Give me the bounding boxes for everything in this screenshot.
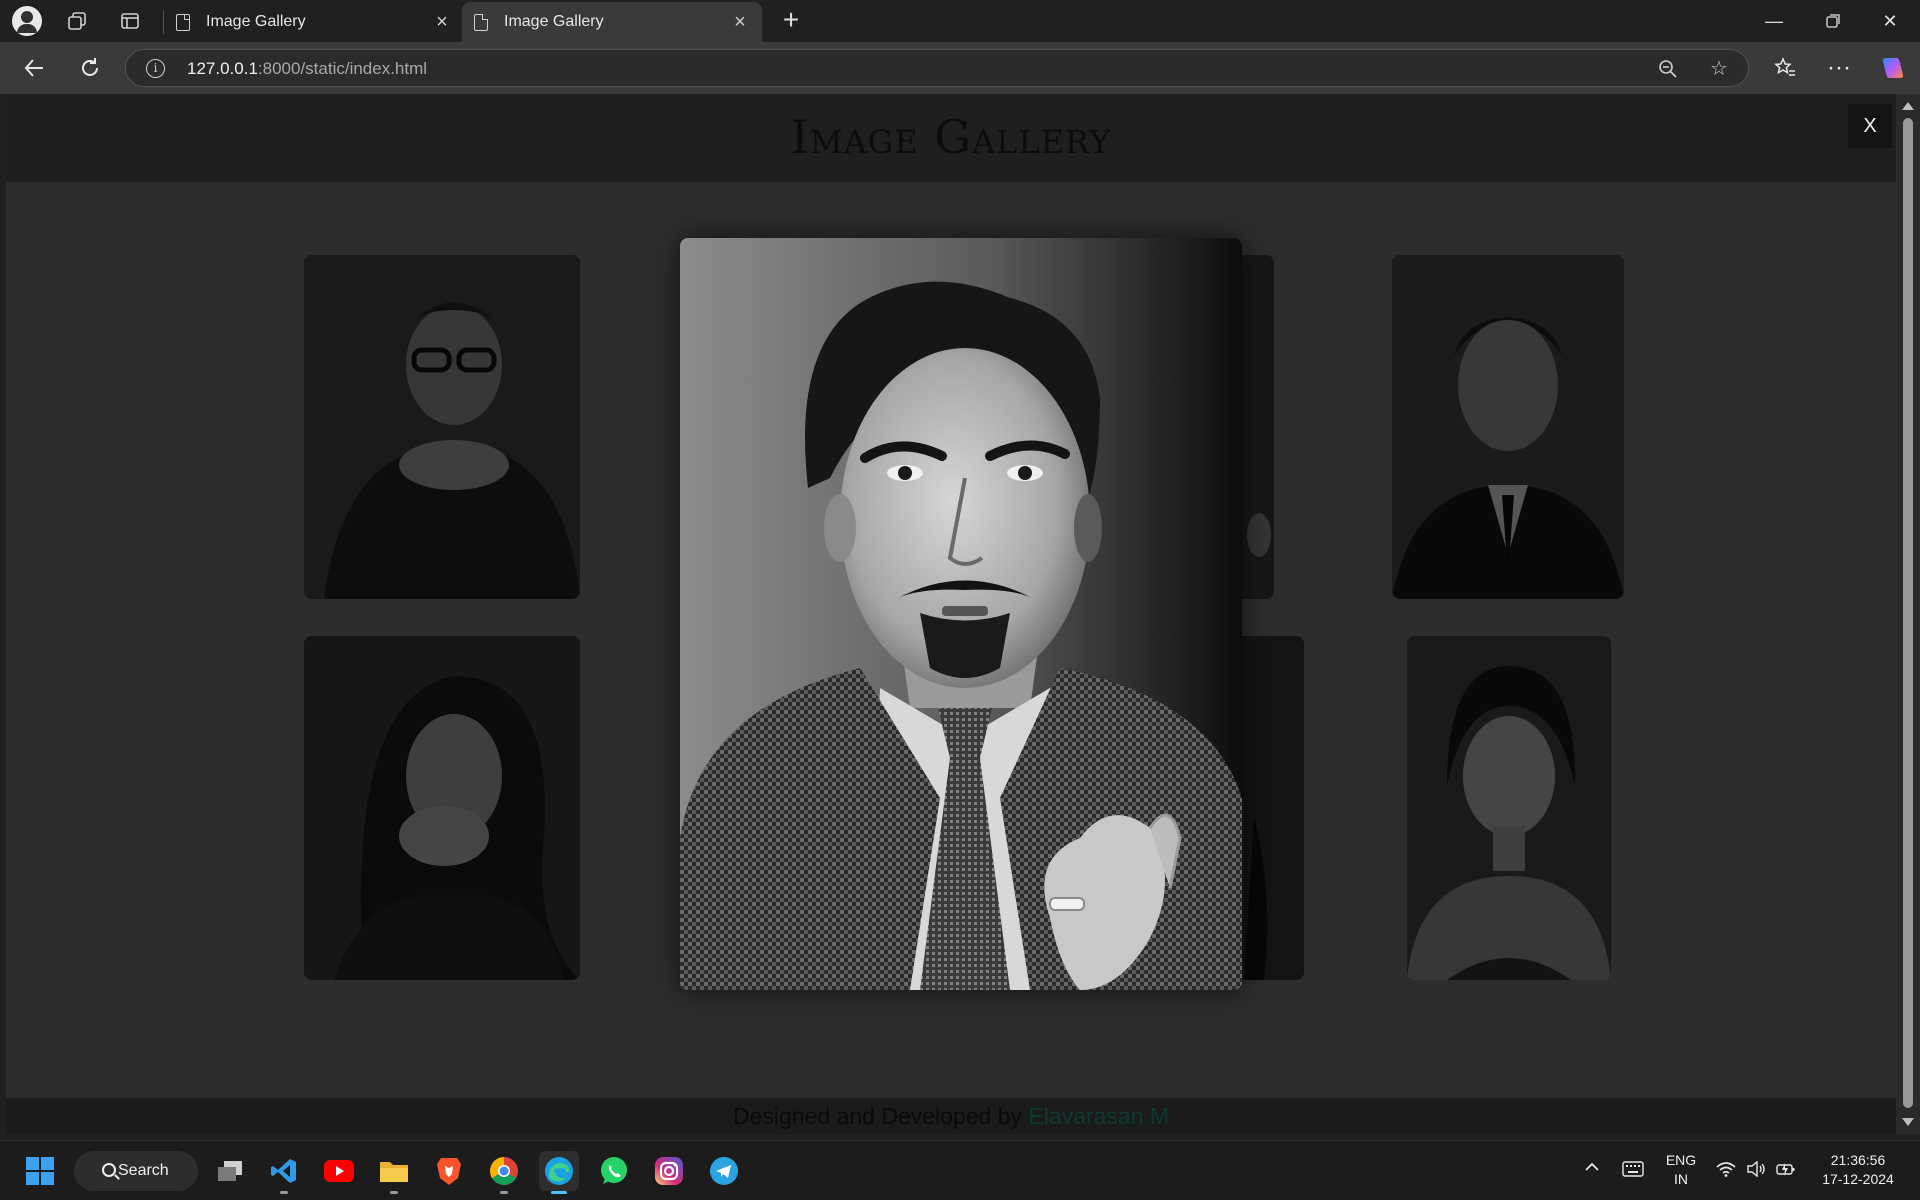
search-icon	[102, 1163, 116, 1177]
gallery-image-1[interactable]	[304, 255, 580, 599]
tab-image-gallery-2[interactable]: Image Gallery ×	[462, 2, 762, 42]
windows-start-icon[interactable]	[20, 1151, 60, 1191]
running-indicator	[280, 1191, 288, 1194]
gallery-image-6[interactable]	[1407, 636, 1611, 980]
volume-icon[interactable]	[1746, 1160, 1766, 1182]
footer-credit-text: Designed and Developed by	[733, 1103, 1029, 1129]
back-arrow-icon[interactable]	[17, 51, 51, 85]
running-indicator	[500, 1191, 508, 1194]
instagram-app-icon[interactable]	[649, 1151, 689, 1191]
clock-date: 17-12-2024	[1822, 1171, 1894, 1187]
footer-author-link[interactable]: Elavarasan M	[1028, 1103, 1169, 1129]
clock[interactable]: 21:36:56 17-12-2024	[1808, 1151, 1908, 1189]
address-toolbar: i 127.0.0.1:8000/static/index.html ☆ ···	[0, 42, 1920, 94]
zoom-out-icon[interactable]	[1653, 54, 1683, 84]
task-view-icon[interactable]	[210, 1151, 250, 1191]
region-code: IN	[1674, 1171, 1688, 1187]
file-explorer-icon[interactable]	[374, 1151, 414, 1194]
page-scrollbar[interactable]	[1896, 94, 1920, 1134]
tab-close-icon[interactable]: ×	[432, 11, 452, 34]
vscode-app-icon[interactable]	[264, 1151, 304, 1194]
wifi-icon[interactable]	[1716, 1161, 1736, 1182]
chrome-browser-icon[interactable]	[484, 1151, 524, 1194]
youtube-app-icon[interactable]	[319, 1151, 359, 1191]
gallery-image-4[interactable]	[304, 636, 580, 980]
close-window-button[interactable]: ✕	[1870, 6, 1910, 36]
close-lightbox-button[interactable]: X	[1848, 104, 1892, 148]
page-viewport: Image Gallery X Designed and Developed b…	[6, 94, 1896, 1134]
favorite-star-icon[interactable]: ☆	[1704, 54, 1734, 84]
running-indicator	[551, 1191, 567, 1194]
url-path: :8000/static/index.html	[257, 59, 428, 78]
scroll-thumb[interactable]	[1903, 118, 1913, 1108]
page-footer: Designed and Developed by Elavarasan M	[6, 1098, 1896, 1134]
vertical-tabs-icon[interactable]	[116, 7, 144, 35]
tray-overflow-chevron-icon[interactable]	[1584, 1159, 1600, 1180]
page-header: Image Gallery X	[6, 94, 1896, 182]
windows-taskbar: Search ENG IN 21:36:56 17-12-2024	[0, 1140, 1920, 1200]
language-code: ENG	[1665, 1152, 1697, 1168]
tab-title: Image Gallery	[504, 13, 604, 30]
profile-avatar-icon[interactable]	[12, 6, 42, 36]
site-info-icon[interactable]: i	[146, 59, 165, 78]
url-text[interactable]: 127.0.0.1:8000/static/index.html	[187, 59, 427, 79]
minimize-button[interactable]: —	[1754, 6, 1794, 36]
battery-icon[interactable]	[1776, 1161, 1796, 1182]
featured-lightbox-image[interactable]	[680, 238, 1242, 990]
url-host: 127.0.0.1	[187, 59, 258, 78]
workspaces-icon[interactable]	[63, 7, 91, 35]
refresh-icon[interactable]	[73, 51, 107, 85]
keyboard-icon[interactable]	[1622, 1161, 1644, 1182]
new-tab-button[interactable]: +	[776, 6, 806, 36]
edge-browser-icon[interactable]	[539, 1151, 579, 1194]
more-menu-icon[interactable]: ···	[1822, 51, 1856, 85]
favorites-icon[interactable]	[1768, 51, 1802, 85]
tab-image-gallery-1[interactable]: Image Gallery ×	[164, 2, 464, 42]
browser-tab-bar: Image Gallery × Image Gallery × + — ✕	[0, 0, 1920, 42]
running-indicator	[390, 1191, 398, 1194]
restore-button[interactable]	[1813, 6, 1853, 36]
page-file-icon	[474, 13, 488, 31]
taskbar-search[interactable]: Search	[74, 1151, 198, 1191]
clock-time: 21:36:56	[1830, 1152, 1886, 1168]
brave-browser-icon[interactable]	[429, 1151, 469, 1191]
search-label: Search	[118, 1162, 169, 1179]
copilot-icon[interactable]	[1876, 51, 1910, 85]
page-title: Image Gallery	[790, 110, 1112, 164]
address-bar[interactable]: i 127.0.0.1:8000/static/index.html ☆	[125, 49, 1749, 87]
telegram-app-icon[interactable]	[704, 1151, 744, 1191]
page-file-icon	[176, 13, 190, 31]
scroll-up-arrow-icon[interactable]	[1902, 102, 1914, 110]
scroll-down-arrow-icon[interactable]	[1902, 1118, 1914, 1126]
tab-title: Image Gallery	[206, 13, 306, 30]
language-indicator[interactable]: ENG IN	[1660, 1151, 1702, 1189]
whatsapp-app-icon[interactable]	[594, 1151, 634, 1191]
tab-close-icon[interactable]: ×	[730, 11, 750, 34]
gallery-image-3[interactable]	[1392, 255, 1624, 599]
